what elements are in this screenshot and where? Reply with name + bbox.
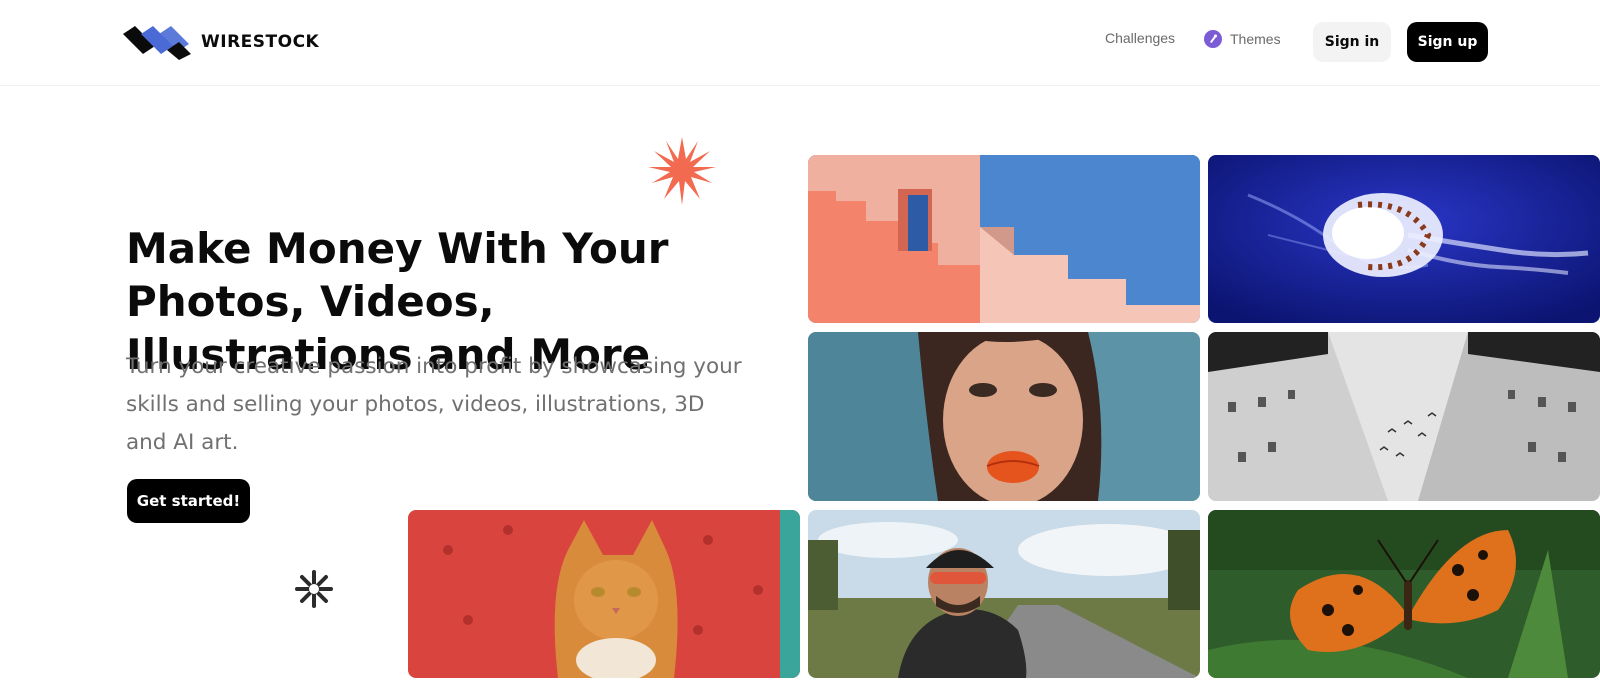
get-started-button[interactable]: Get started!: [127, 479, 250, 523]
site-header: WIRESTOCK Challenges Themes Sign in Sign…: [0, 0, 1600, 86]
brand-logo-link[interactable]: WIRESTOCK: [121, 24, 319, 60]
sign-in-button[interactable]: Sign in: [1313, 22, 1391, 62]
gallery-image-stairs: [808, 155, 1200, 323]
wirestock-logo-icon: [123, 26, 191, 60]
nav-themes-link[interactable]: Themes: [1204, 30, 1281, 48]
gallery-image-buildings: [1208, 332, 1600, 501]
gallery-image-jellyfish: [1208, 155, 1600, 323]
gallery-image-cyclist: [808, 510, 1200, 678]
gallery-image-butterfly: [1208, 510, 1600, 678]
asterisk-decoration-icon: [295, 570, 333, 608]
brand-name: WIRESTOCK: [201, 32, 320, 52]
gallery-image-cat: [408, 510, 800, 678]
starburst-decoration-icon: [648, 137, 716, 205]
nav-challenges-link[interactable]: Challenges: [1105, 30, 1175, 46]
sign-up-button[interactable]: Sign up: [1407, 22, 1488, 62]
themes-badge-icon: [1204, 30, 1222, 48]
gallery-image-portrait: [808, 332, 1200, 501]
nav-themes-label: Themes: [1230, 31, 1281, 47]
hero-subtitle: Turn your creative passion into profit b…: [126, 354, 742, 455]
